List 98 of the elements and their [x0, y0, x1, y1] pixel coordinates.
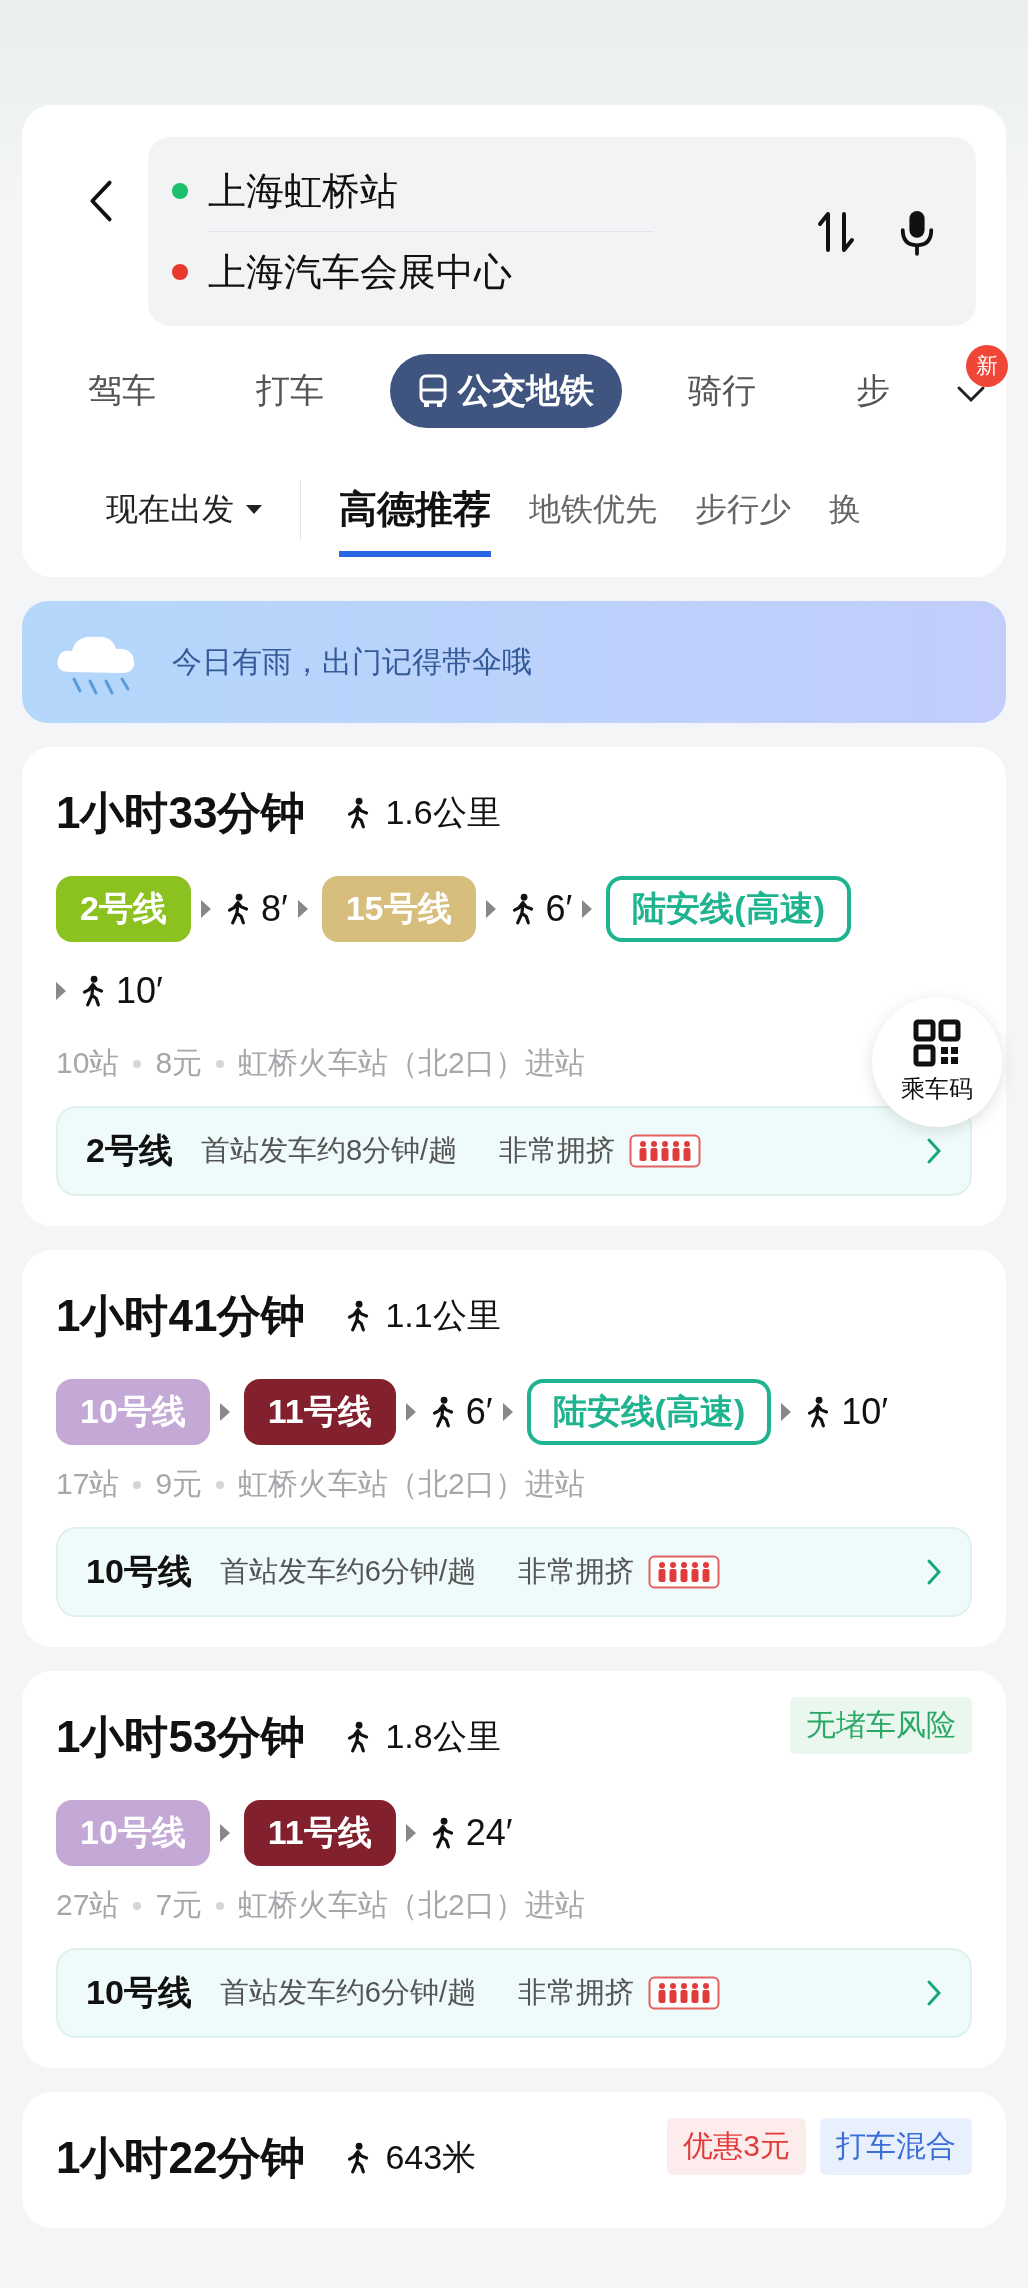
walking-person-icon [80, 975, 106, 1007]
chevron-right-icon [926, 1558, 942, 1586]
sort-tab[interactable]: 地铁优先 [529, 487, 657, 554]
route-info: 27站 [56, 1887, 120, 1923]
walking-distance: 1.1公里 [385, 1295, 501, 1336]
metro-line-chip: 11号线 [243, 1379, 396, 1445]
depart-time-dropdown[interactable]: 现在出发 [106, 487, 262, 532]
step-arrow-icon [781, 1403, 792, 1421]
metro-line-chip: 陆安线(高速) [526, 1379, 772, 1445]
route-duration: 1小时53分钟 [56, 1710, 306, 1763]
route-card[interactable]: 1小时33分钟 1.6公里 2号线 8′ 15号线 6′ 陆安线(高速) 10′ 10站 8元 虹桥火车站（北2口）进站 2号线 首站发车约8分钟/趟 非常拥挤 乘车码 [22, 747, 1006, 1226]
step-arrow-icon [297, 900, 308, 918]
route-card[interactable]: 1小时22分钟 643米 优惠3元 打车混合 [22, 2092, 1006, 2228]
chevron-down-icon[interactable] [956, 385, 986, 403]
step-arrow-icon [56, 982, 66, 1000]
departure-frequency: 首站发车约8分钟/趟 [200, 1133, 458, 1168]
route-info: 虹桥火车站（北2口）进站 [238, 1045, 585, 1081]
step-arrow-icon [219, 1824, 230, 1842]
destination-field[interactable]: 上海汽车会展中心 [208, 246, 512, 298]
line-detail-bar[interactable]: 10号线 首站发车约6分钟/趟 非常拥挤 [56, 1527, 972, 1617]
mode-tab[interactable]: 公交地铁 [390, 354, 622, 428]
line-detail-bar[interactable]: 2号线 首站发车约8分钟/趟 非常拥挤 [56, 1106, 972, 1196]
origin-dot-icon [172, 183, 188, 199]
step-arrow-icon [485, 900, 496, 918]
metro-line-chip: 11号线 [243, 1800, 396, 1866]
ride-code-button[interactable]: 乘车码 [872, 997, 1002, 1127]
walking-distance: 1.6公里 [385, 792, 501, 833]
step-arrow-icon [200, 900, 211, 918]
origin-field[interactable]: 上海虹桥站 [208, 165, 398, 217]
route-duration: 1小时22分钟 [56, 2131, 306, 2184]
mode-tab[interactable]: 打车 [222, 354, 358, 428]
walk-minutes: 10′ [841, 1391, 888, 1433]
metro-line-chip: 10号线 [56, 1379, 210, 1445]
walk-minutes: 10′ [116, 970, 163, 1012]
route-tag: 打车混合 [820, 2118, 972, 2175]
route-tag: 优惠3元 [667, 2118, 806, 2175]
sort-tab[interactable]: 换 [829, 487, 861, 554]
separator-dot-icon [133, 1059, 142, 1068]
walk-minutes: 24′ [465, 1812, 513, 1854]
line-name: 10号线 [86, 1972, 192, 2013]
sort-tab[interactable]: 高德推荐 [339, 484, 491, 557]
route-info: 7元 [155, 1887, 203, 1923]
route-input-box[interactable]: 上海虹桥站 上海汽车会展中心 [148, 137, 976, 326]
walk-minutes: 8′ [260, 888, 288, 930]
crowding-level: 非常拥挤 [518, 1554, 634, 1589]
qr-code-icon [913, 1019, 961, 1067]
route-card[interactable]: 1小时53分钟 1.8公里 无堵车风险 10号线 11号线 24′ 27站 7元 虹桥火车站（北2口）进站 10号线 首站发车约6分钟/趟 非常拥挤 [22, 1671, 1006, 2068]
chevron-right-icon [926, 1137, 942, 1165]
separator-dot-icon [133, 1480, 142, 1489]
caret-icon [246, 505, 262, 514]
mode-tab[interactable]: 骑行 [654, 354, 790, 428]
departure-frequency: 首站发车约6分钟/趟 [219, 1554, 476, 1589]
separator-dot-icon [216, 1059, 225, 1068]
destination-dot-icon [172, 264, 188, 280]
separator-dot-icon [216, 1901, 225, 1910]
separator-dot-icon [133, 1901, 142, 1910]
swap-icon[interactable] [816, 209, 856, 254]
bus-icon [418, 374, 448, 408]
walking-distance: 1.8公里 [385, 1716, 501, 1757]
step-arrow-icon [502, 1403, 513, 1421]
line-name: 10号线 [86, 1551, 192, 1592]
route-info: 17站 [56, 1466, 120, 1502]
weather-message: 今日有雨，出门记得带伞哦 [172, 643, 532, 680]
route-info: 9元 [155, 1466, 203, 1502]
metro-line-chip: 2号线 [56, 876, 191, 942]
crowded-people-icon [648, 1555, 720, 1589]
step-arrow-icon [582, 900, 593, 918]
separator-dot-icon [216, 1480, 225, 1489]
mode-tab[interactable]: 驾车 [52, 354, 190, 428]
route-info: 虹桥火车站（北2口）进站 [238, 1887, 585, 1923]
crowded-people-icon [648, 1976, 720, 2010]
line-name: 2号线 [86, 1130, 173, 1171]
mode-tab[interactable]: 步 [822, 354, 924, 428]
metro-line-chip: 10号线 [56, 1800, 210, 1866]
line-detail-bar[interactable]: 10号线 首站发车约6分钟/趟 非常拥挤 [56, 1948, 972, 2038]
step-arrow-icon [219, 1403, 230, 1421]
metro-line-chip: 15号线 [321, 876, 476, 942]
crowding-level: 非常拥挤 [518, 1975, 634, 2010]
departure-frequency: 首站发车约6分钟/趟 [219, 1975, 476, 2010]
route-card[interactable]: 1小时41分钟 1.1公里 10号线 11号线 6′ 陆安线(高速) 10′ 17站 9元 虹桥火车站（北2口）进站 10号线 首站发车约6分钟/趟 非常拥挤 [22, 1250, 1006, 1647]
sort-tab[interactable]: 步行少 [695, 487, 791, 554]
walk-minutes: 6′ [465, 1391, 493, 1433]
route-tag: 无堵车风险 [790, 1697, 972, 1754]
chevron-right-icon [926, 1979, 942, 2007]
walking-distance: 643米 [385, 2137, 477, 2178]
route-duration: 1小时41分钟 [56, 1289, 306, 1342]
route-duration: 1小时33分钟 [56, 786, 306, 839]
crowding-level: 非常拥挤 [499, 1133, 616, 1168]
route-info: 8元 [155, 1045, 203, 1081]
step-arrow-icon [405, 1824, 416, 1842]
crowded-people-icon [629, 1134, 702, 1168]
back-icon[interactable] [88, 179, 114, 223]
route-info: 虹桥火车站（北2口）进站 [238, 1466, 585, 1502]
metro-line-chip: 陆安线(高速) [606, 876, 851, 942]
new-badge: 新 [966, 345, 1008, 387]
walk-minutes: 6′ [545, 888, 573, 930]
step-arrow-icon [405, 1403, 416, 1421]
route-info: 10站 [56, 1045, 120, 1081]
